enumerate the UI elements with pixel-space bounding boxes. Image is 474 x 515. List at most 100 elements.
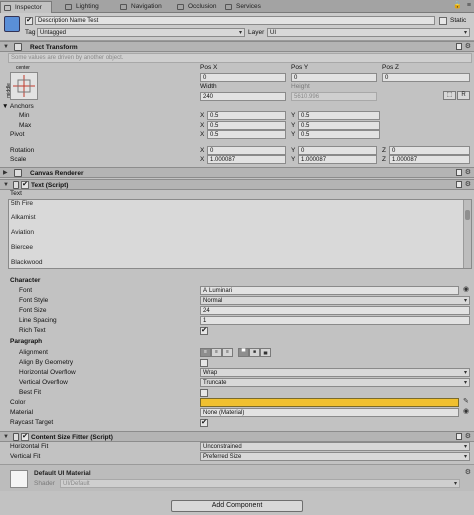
blueprint-mode-button[interactable]: ⬚ [443, 91, 456, 100]
vertical-fit-label: Vertical Fit [10, 453, 41, 460]
help-book-icon[interactable] [456, 181, 462, 188]
rot-z-axis-label: Z [382, 147, 386, 154]
anchor-min-y-field[interactable]: 0.5 [298, 111, 380, 120]
anchor-presets-button[interactable] [10, 72, 38, 100]
eyedropper-icon[interactable]: ✎ [463, 398, 469, 406]
object-picker-icon[interactable]: ◉ [463, 286, 469, 294]
object-picker-icon[interactable]: ◉ [463, 408, 469, 416]
horizontal-fit-label: Horizontal Fit [10, 443, 49, 450]
pivot-x-field[interactable]: 0.5 [207, 130, 286, 139]
text-area-scrollbar[interactable] [463, 200, 471, 268]
settings-gear-icon[interactable]: ⚙ [465, 43, 471, 51]
align-center-button[interactable]: ≡ [211, 348, 222, 357]
fold-arrow-icon[interactable]: ▼ [3, 182, 9, 189]
rich-text-checkbox[interactable]: ✔ [200, 327, 208, 335]
anchors-foldout[interactable]: ▼ Anchors [2, 102, 34, 111]
active-checkbox[interactable]: ✔ [25, 17, 33, 25]
canvas-renderer-header[interactable]: ▶ Canvas Renderer ⚙ [0, 167, 474, 178]
content-size-fitter-enabled-checkbox[interactable]: ✔ [21, 433, 29, 441]
layer-dropdown[interactable]: UI [267, 28, 470, 37]
rect-transform-header[interactable]: ▼ Rect Transform ⚙ [0, 41, 474, 52]
align-bottom-button[interactable]: ▄ [260, 348, 271, 357]
height-field: 5610.996 [291, 92, 377, 101]
material-field[interactable]: None (Material) [200, 408, 459, 417]
panel-menu-icon[interactable]: ≡ [467, 2, 471, 10]
align-top-button[interactable]: ▀ [238, 348, 249, 357]
pos-x-label: Pos X [200, 64, 218, 71]
help-book-icon[interactable] [456, 169, 462, 176]
fold-arrow-icon[interactable]: ▼ [3, 434, 9, 441]
anchor-max-x-field[interactable]: 0.5 [207, 121, 286, 130]
font-size-field[interactable]: 24 [200, 306, 470, 315]
align-middle-button[interactable]: ■ [249, 348, 260, 357]
tab-lighting[interactable]: Lighting [62, 1, 110, 13]
rotation-z-field[interactable]: 0 [389, 146, 470, 155]
help-book-icon[interactable] [456, 43, 462, 50]
rotation-x-field[interactable]: 0 [207, 146, 286, 155]
tab-inspector[interactable]: Inspector [0, 1, 52, 13]
scale-x-field[interactable]: 1.000087 [207, 155, 286, 164]
settings-gear-icon[interactable]: ⚙ [465, 169, 471, 177]
fold-arrow-icon[interactable]: ▶ [3, 170, 8, 177]
lock-icon[interactable]: 🔒 [453, 2, 462, 10]
width-field[interactable]: 240 [200, 92, 286, 101]
align-by-geometry-label: Align By Geometry [19, 359, 74, 366]
layer-label: Layer [248, 29, 265, 36]
pos-z-field[interactable]: 0 [382, 73, 470, 82]
static-label: Static [450, 17, 467, 24]
font-field[interactable]: A Luminari [200, 286, 459, 295]
tab-occlusion[interactable]: Occlusion [174, 1, 226, 13]
align-center-icon: ≡ [215, 349, 218, 355]
static-checkbox[interactable] [439, 17, 447, 25]
add-component-button[interactable]: Add Component [171, 500, 303, 512]
vertical-fit-dropdown[interactable]: Preferred Size [200, 452, 470, 461]
raycast-target-label: Raycast Target [10, 419, 54, 426]
pivot-y-field[interactable]: 0.5 [298, 130, 380, 139]
object-header: ✔ Description Name Test Static Tag Untag… [0, 13, 474, 41]
line-spacing-field[interactable]: 1 [200, 316, 470, 325]
horizontal-overflow-dropdown[interactable]: Wrap [200, 368, 470, 377]
shader-label: Shader [34, 480, 55, 487]
vertical-overflow-dropdown[interactable]: Truncate [200, 378, 470, 387]
horizontal-fit-dropdown[interactable]: Unconstrained [200, 442, 470, 451]
canvas-renderer-icon [14, 169, 22, 177]
scale-z-field[interactable]: 1.000087 [389, 155, 470, 164]
tag-dropdown[interactable]: Untagged [37, 28, 245, 37]
content-size-fitter-header[interactable]: ▼ ✔ Content Size Fitter (Script) ⚙ [0, 431, 474, 442]
text-content-area[interactable]: 5th Fire Alkamist Aviation Biercee Black… [8, 199, 472, 269]
content-size-fitter-title: Content Size Fitter (Script) [31, 434, 113, 441]
object-name-field[interactable]: Description Name Test [35, 16, 435, 25]
navigation-tab-icon [120, 4, 127, 10]
fold-arrow-icon[interactable]: ▼ [3, 44, 9, 51]
text-enabled-checkbox[interactable]: ✔ [21, 181, 29, 189]
pos-y-field[interactable]: 0 [291, 73, 377, 82]
blueprint-icon: ⬚ [446, 92, 453, 98]
help-book-icon[interactable] [456, 433, 462, 440]
scale-y-field[interactable]: 1.000087 [298, 155, 377, 164]
text-script-header[interactable]: ▼ ✔ Text (Script) ⚙ [0, 179, 474, 190]
color-swatch[interactable] [200, 398, 459, 407]
tab-navigation[interactable]: Navigation [117, 1, 175, 13]
anchor-preset-icon [13, 75, 35, 97]
rotation-y-field[interactable]: 0 [298, 146, 377, 155]
tag-label: Tag [25, 29, 36, 36]
scale-label: Scale [10, 156, 27, 163]
align-right-button[interactable]: ≡ [222, 348, 233, 357]
material-name: Default UI Material [34, 470, 91, 477]
best-fit-checkbox[interactable] [200, 389, 208, 397]
color-label: Color [10, 399, 26, 406]
tab-services[interactable]: Services [222, 1, 270, 13]
raycast-target-checkbox[interactable]: ✔ [200, 419, 208, 427]
settings-gear-icon[interactable]: ⚙ [465, 433, 471, 441]
anchor-min-x-field[interactable]: 0.5 [207, 111, 286, 120]
raw-edit-button[interactable]: R [457, 91, 470, 100]
align-by-geometry-checkbox[interactable] [200, 359, 208, 367]
rich-text-label: Rich Text [19, 327, 46, 334]
font-style-dropdown[interactable]: Normal [200, 296, 470, 305]
settings-gear-icon[interactable]: ⚙ [465, 181, 471, 189]
align-left-button[interactable]: ≡ [200, 348, 211, 357]
settings-gear-icon[interactable]: ⚙ [465, 469, 471, 477]
scrollbar-thumb[interactable] [465, 210, 470, 220]
pos-x-field[interactable]: 0 [200, 73, 286, 82]
anchor-max-y-field[interactable]: 0.5 [298, 121, 380, 130]
